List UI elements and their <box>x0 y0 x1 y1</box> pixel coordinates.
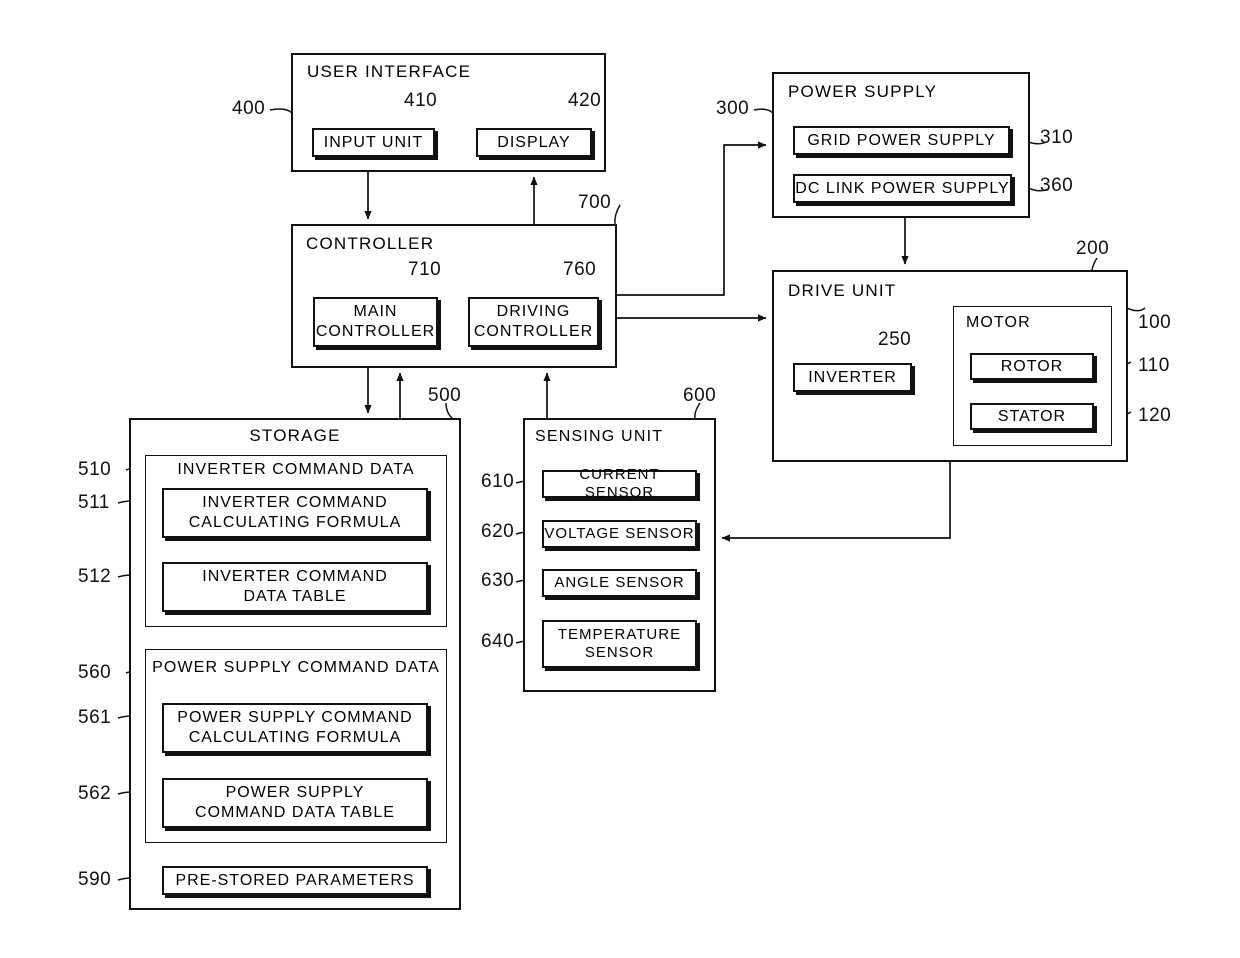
component-display[interactable]: DISPLAY <box>476 128 592 157</box>
temperature-sensor-label-line1: TEMPERATURE <box>557 625 682 643</box>
ref-120: 120 <box>1138 405 1172 426</box>
patent-figure-canvas: USER INTERFACE 400 INPUT UNIT 410 DISPLA… <box>0 0 1240 958</box>
angle-sensor-label: ANGLE SENSOR <box>554 573 685 591</box>
component-main-controller[interactable]: MAIN CONTROLLER <box>313 297 438 347</box>
ref-610: 610 <box>481 471 515 492</box>
ref-310: 310 <box>1040 127 1074 148</box>
pscdt-label-line2: COMMAND DATA TABLE <box>195 804 395 821</box>
component-angle-sensor[interactable]: ANGLE SENSOR <box>542 569 697 597</box>
component-inverter-command-calculating-formula[interactable]: INVERTER COMMAND CALCULATING FORMULA <box>162 488 428 538</box>
component-input-unit[interactable]: INPUT UNIT <box>312 128 435 157</box>
ref-560: 560 <box>78 662 112 683</box>
ref-710: 710 <box>408 259 442 280</box>
ref-100: 100 <box>1138 312 1172 333</box>
stator-label: STATOR <box>997 407 1067 425</box>
component-driving-controller[interactable]: DRIVING CONTROLLER <box>468 297 599 347</box>
ref-410: 410 <box>404 90 438 111</box>
component-temperature-sensor[interactable]: TEMPERATURE SENSOR <box>542 620 697 668</box>
main-controller-label-line1: MAIN <box>353 303 398 321</box>
component-voltage-sensor[interactable]: VOLTAGE SENSOR <box>542 520 697 548</box>
ref-400: 400 <box>232 98 266 119</box>
ref-200: 200 <box>1076 238 1110 259</box>
component-current-sensor[interactable]: CURRENT SENSOR <box>542 466 697 501</box>
motor-title: MOTOR <box>966 314 1031 331</box>
driving-controller-label-line1: DRIVING <box>496 303 571 321</box>
ref-561: 561 <box>78 707 112 728</box>
rotor-label: ROTOR <box>1000 357 1064 375</box>
ref-630: 630 <box>481 570 515 591</box>
component-stator[interactable]: STATOR <box>970 403 1094 430</box>
sensing-unit-title: SENSING UNIT <box>535 428 664 445</box>
icdt-label-line2: DATA TABLE <box>243 588 347 605</box>
dc-link-power-supply-label: DC LINK POWER SUPPLY <box>795 179 1010 197</box>
component-dc-link-power-supply[interactable]: DC LINK POWER SUPPLY <box>793 174 1012 203</box>
voltage-sensor-label: VOLTAGE SENSOR <box>544 524 695 542</box>
wire-drive-unit-to-sensing <box>721 462 951 542</box>
ref-360: 360 <box>1040 175 1074 196</box>
ref-590: 590 <box>78 869 112 890</box>
pscf-label-line2: CALCULATING FORMULA <box>188 729 402 746</box>
input-unit-label: INPUT UNIT <box>323 133 424 151</box>
grid-power-supply-label: GRID POWER SUPPLY <box>807 131 996 149</box>
ref-510: 510 <box>78 459 112 480</box>
temperature-sensor-label-line2: SENSOR <box>584 644 655 661</box>
pscdt-label-line1: POWER SUPPLY <box>225 784 365 802</box>
icf-label-line2: CALCULATING FORMULA <box>188 514 402 531</box>
ref-640: 640 <box>481 631 515 652</box>
component-grid-power-supply[interactable]: GRID POWER SUPPLY <box>793 126 1010 155</box>
pre-stored-parameters-label: PRE-STORED PARAMETERS <box>175 871 415 889</box>
component-pre-stored-parameters[interactable]: PRE-STORED PARAMETERS <box>162 866 428 895</box>
user-interface-title: USER INTERFACE <box>307 62 472 81</box>
wire-controller-to-power-supply <box>617 141 767 296</box>
component-inverter[interactable]: INVERTER <box>793 363 912 392</box>
component-power-supply-command-data-table[interactable]: POWER SUPPLY COMMAND DATA TABLE <box>162 778 428 828</box>
ref-420: 420 <box>568 90 602 111</box>
power-supply-title: POWER SUPPLY <box>788 82 938 101</box>
controller-title: CONTROLLER <box>306 234 435 253</box>
current-sensor-label: CURRENT SENSOR <box>579 465 660 501</box>
ref-500: 500 <box>428 385 462 406</box>
ref-562: 562 <box>78 783 112 804</box>
component-rotor[interactable]: ROTOR <box>970 353 1094 380</box>
ref-511: 511 <box>78 492 110 513</box>
icdt-label-line1: INVERTER COMMAND <box>202 568 388 586</box>
ref-620: 620 <box>481 521 515 542</box>
driving-controller-label-line2: CONTROLLER <box>473 323 594 340</box>
display-label: DISPLAY <box>497 133 571 151</box>
ref-110: 110 <box>1138 355 1170 376</box>
component-inverter-command-data-table[interactable]: INVERTER COMMAND DATA TABLE <box>162 562 428 612</box>
inverter-label: INVERTER <box>808 368 897 386</box>
inverter-command-data-title: INVERTER COMMAND DATA <box>177 461 415 478</box>
pscf-label-line1: POWER SUPPLY COMMAND <box>177 709 413 727</box>
ref-700: 700 <box>578 192 612 213</box>
ref-300: 300 <box>716 98 750 119</box>
storage-title: STORAGE <box>249 426 341 445</box>
icf-label-line1: INVERTER COMMAND <box>202 494 388 512</box>
ref-250: 250 <box>878 329 912 350</box>
main-controller-label-line2: CONTROLLER <box>315 323 436 340</box>
ref-600: 600 <box>683 385 717 406</box>
drive-unit-title: DRIVE UNIT <box>788 281 897 300</box>
component-power-supply-command-calculating-formula[interactable]: POWER SUPPLY COMMAND CALCULATING FORMULA <box>162 703 428 753</box>
power-supply-command-data-title: POWER SUPPLY COMMAND DATA <box>152 659 440 676</box>
ref-760: 760 <box>563 259 597 280</box>
ref-512: 512 <box>78 566 112 587</box>
